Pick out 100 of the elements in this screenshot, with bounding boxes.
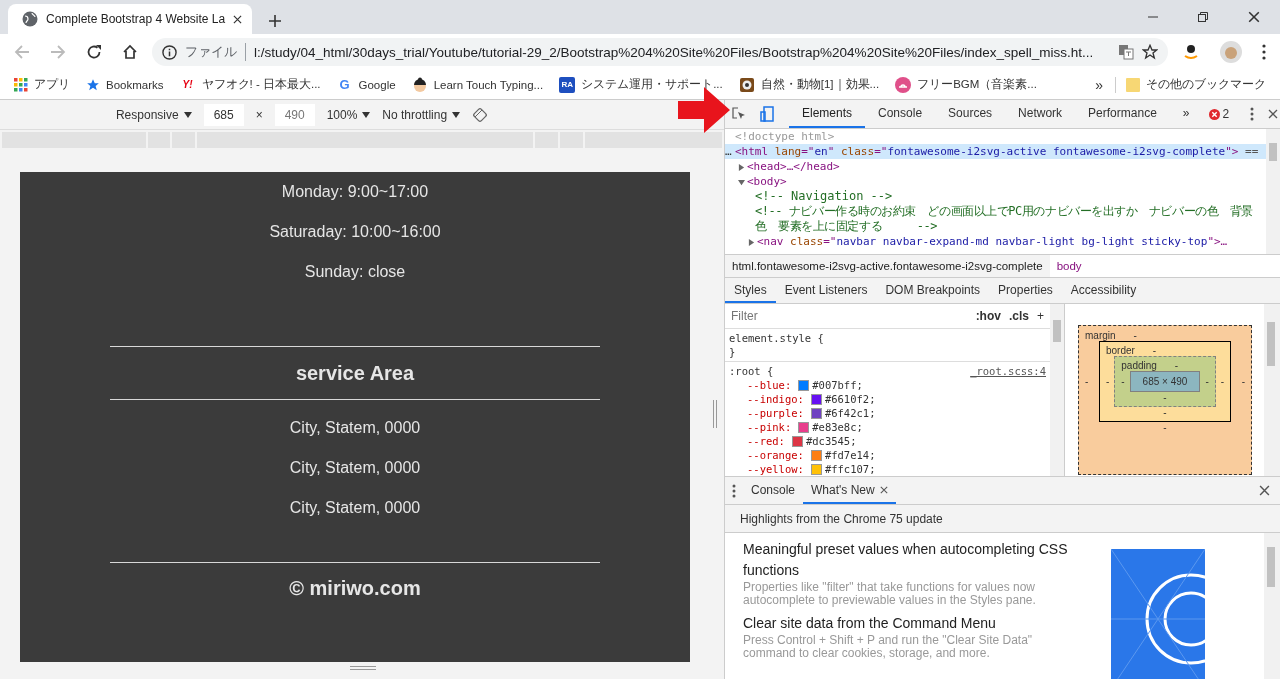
bookmark-item[interactable]: Y! ヤフオク! - 日本最大... — [173, 73, 327, 96]
color-swatch[interactable] — [798, 421, 810, 433]
star-icon — [86, 77, 100, 92]
close-icon[interactable] — [879, 485, 888, 494]
height-field[interactable]: 490 — [274, 103, 315, 126]
bookmark-item[interactable]: 自然・動物[1]｜効果... — [732, 73, 886, 96]
breadcrumb[interactable]: body — [1049, 255, 1089, 277]
rotate-icon[interactable] — [472, 106, 489, 123]
scrollbar-thumb[interactable] — [1267, 322, 1275, 366]
caret-icon — [362, 111, 371, 118]
error-counter[interactable]: 2 — [1202, 100, 1236, 128]
extension-icon[interactable] — [1182, 43, 1200, 61]
devtools-tab[interactable]: Console — [865, 100, 936, 128]
property-name: --red: — [747, 434, 785, 448]
folder-icon — [1126, 76, 1140, 93]
article-title[interactable]: Meaningful preset values when autocompleting CSS functions — [743, 539, 1083, 581]
reload-icon[interactable] — [86, 44, 102, 60]
kebab-menu-icon[interactable] — [732, 483, 736, 498]
bookmark-star-icon[interactable] — [1142, 44, 1158, 60]
width-field[interactable]: 685 — [203, 103, 244, 126]
bookmark-item[interactable]: RA システム運用・サポート... — [553, 73, 729, 96]
device-preset-dropdown[interactable]: Responsive — [115, 107, 192, 122]
dom-node-row[interactable]: <nav class="navbar navbar-expand-md navbar-light bg-light sticky-top">… — [725, 234, 1266, 249]
color-swatch[interactable] — [810, 463, 822, 475]
scrollbar-thumb[interactable] — [1267, 547, 1275, 587]
box-value: - — [1220, 376, 1225, 387]
article-title[interactable]: Clear site data from the Command Menu — [743, 613, 1083, 634]
avatar-icon[interactable] — [1220, 41, 1242, 63]
sidebar-tab[interactable]: Properties — [989, 278, 1062, 303]
caret-icon — [452, 111, 461, 118]
property-name: --blue: — [747, 378, 792, 392]
class-toggle[interactable]: .cls — [1008, 309, 1029, 323]
bookmark-item[interactable]: フリーBGM（音楽素... — [889, 73, 1043, 96]
sidebar-tab[interactable]: Styles — [725, 278, 776, 303]
box-value: - — [1105, 376, 1110, 387]
devtools-tab[interactable]: Performance — [1075, 100, 1170, 128]
color-swatch[interactable] — [810, 407, 822, 419]
close-icon[interactable] — [1248, 11, 1260, 23]
dom-node-row[interactable]: … <html lang="en" class="fontawesome-i2svg-active fontawesome-i2svg-complete"> == — [725, 144, 1266, 159]
sidebar-tab[interactable]: Event Listeners — [775, 278, 877, 303]
translate-icon[interactable] — [1118, 44, 1134, 60]
breadcrumb[interactable]: html.fontawesome-i2svg-active.fontawesome-i2svg-complete — [725, 255, 1050, 277]
inspect-icon[interactable] — [732, 107, 746, 121]
close-icon[interactable] — [1268, 109, 1279, 119]
devtools-tab[interactable]: Sources — [935, 100, 1006, 128]
copyright-text: © miriwo.com — [289, 577, 421, 600]
device-toggle-icon[interactable] — [760, 106, 774, 122]
restore-icon[interactable] — [1198, 12, 1208, 22]
close-icon[interactable] — [233, 14, 243, 24]
sidebar-tab[interactable]: DOM Breakpoints — [876, 278, 990, 303]
address-text: City, Statem, 0000 — [289, 418, 421, 438]
article-description: Properties like "filter" that take functions for values now autocomplete to previewable values in the Styles pane. — [743, 581, 1037, 607]
caret-icon — [183, 111, 192, 118]
devtools-tab[interactable]: Elements — [789, 100, 866, 128]
drawer-tab[interactable]: Console — [743, 477, 804, 504]
dom-node-row[interactable]: <body> — [725, 174, 1266, 189]
more-tabs-button[interactable]: » — [1169, 100, 1203, 128]
devtools-tab[interactable]: Network — [1005, 100, 1076, 128]
bookmark-item[interactable]: Bookmarks — [80, 74, 170, 95]
bookmarks-overflow[interactable]: » — [1087, 76, 1111, 93]
scheme-label: ファイル — [185, 43, 246, 61]
bookmark-item[interactable]: Learn Touch Typing... — [405, 73, 550, 96]
throttling-dropdown[interactable]: No throttling — [382, 107, 461, 122]
dom-node-row[interactable]: <head>…</head> — [725, 159, 1266, 174]
bookmark-item[interactable]: アプリ — [8, 74, 76, 95]
new-rule-button[interactable]: + — [1037, 309, 1044, 323]
kebab-menu-icon[interactable] — [1250, 107, 1255, 121]
hover-state-toggle[interactable]: :hov — [975, 309, 1001, 323]
source-link[interactable]: _root.scss:4 — [970, 364, 1046, 378]
box-value: - — [1241, 376, 1245, 387]
disclosure-triangle-icon[interactable] — [737, 164, 745, 171]
color-swatch[interactable] — [810, 393, 822, 405]
new-tab-icon[interactable] — [268, 14, 283, 28]
cartoon-head-icon — [411, 76, 428, 93]
scrollbar-thumb[interactable] — [1053, 320, 1061, 342]
box-label: margin — [1085, 330, 1116, 341]
dom-node-row[interactable]: <!-- ナビバー作る時のお約束 どの画面以上でPC用のナビバーを出すか ナビバーの色 背景 色 要素を上に固定する --> — [725, 204, 1266, 234]
sidebar-tab[interactable]: Accessibility — [1061, 278, 1146, 303]
dom-node-row[interactable]: <!-- Navigation --> — [725, 189, 1266, 204]
disclosure-triangle-icon[interactable] — [737, 179, 745, 186]
scrollbar-thumb[interactable] — [1269, 143, 1277, 161]
color-swatch[interactable] — [810, 449, 822, 461]
property-value: #fd7e14; — [824, 448, 876, 462]
other-bookmarks[interactable]: その他のブックマーク — [1120, 73, 1272, 96]
resize-handle-icon[interactable] — [712, 400, 718, 428]
zoom-dropdown[interactable]: 100% — [326, 107, 371, 122]
box-value: - — [1085, 376, 1089, 387]
browser-tab[interactable]: Complete Bootstrap 4 Website La — [8, 4, 253, 34]
menu-icon[interactable] — [1262, 44, 1266, 60]
color-swatch[interactable] — [798, 379, 810, 391]
disclosure-triangle-icon[interactable] — [747, 239, 755, 246]
bookmark-item[interactable]: G Google — [330, 73, 402, 96]
url-text: l:/study/04_html/30days_trial/Youtube/tutorial-29_2/Bootstrap%204%20Site%20Files/Bootstrap%204%20Site%20Files/index_spell_miss.ht... — [254, 44, 1095, 60]
info-icon[interactable] — [162, 44, 177, 60]
color-swatch[interactable] — [791, 435, 803, 447]
close-icon[interactable] — [1259, 485, 1270, 496]
box-value: - — [1133, 330, 1137, 341]
home-icon[interactable] — [122, 44, 138, 60]
address-bar[interactable]: ファイル l:/study/04_html/30days_trial/Youtube/tutorial-29_2/Bootstrap%204%20Site%20Files/Bootstrap%204%20Site%20Files/index_spell_miss.ht... — [152, 38, 1168, 66]
resize-handle-icon[interactable] — [350, 665, 376, 671]
